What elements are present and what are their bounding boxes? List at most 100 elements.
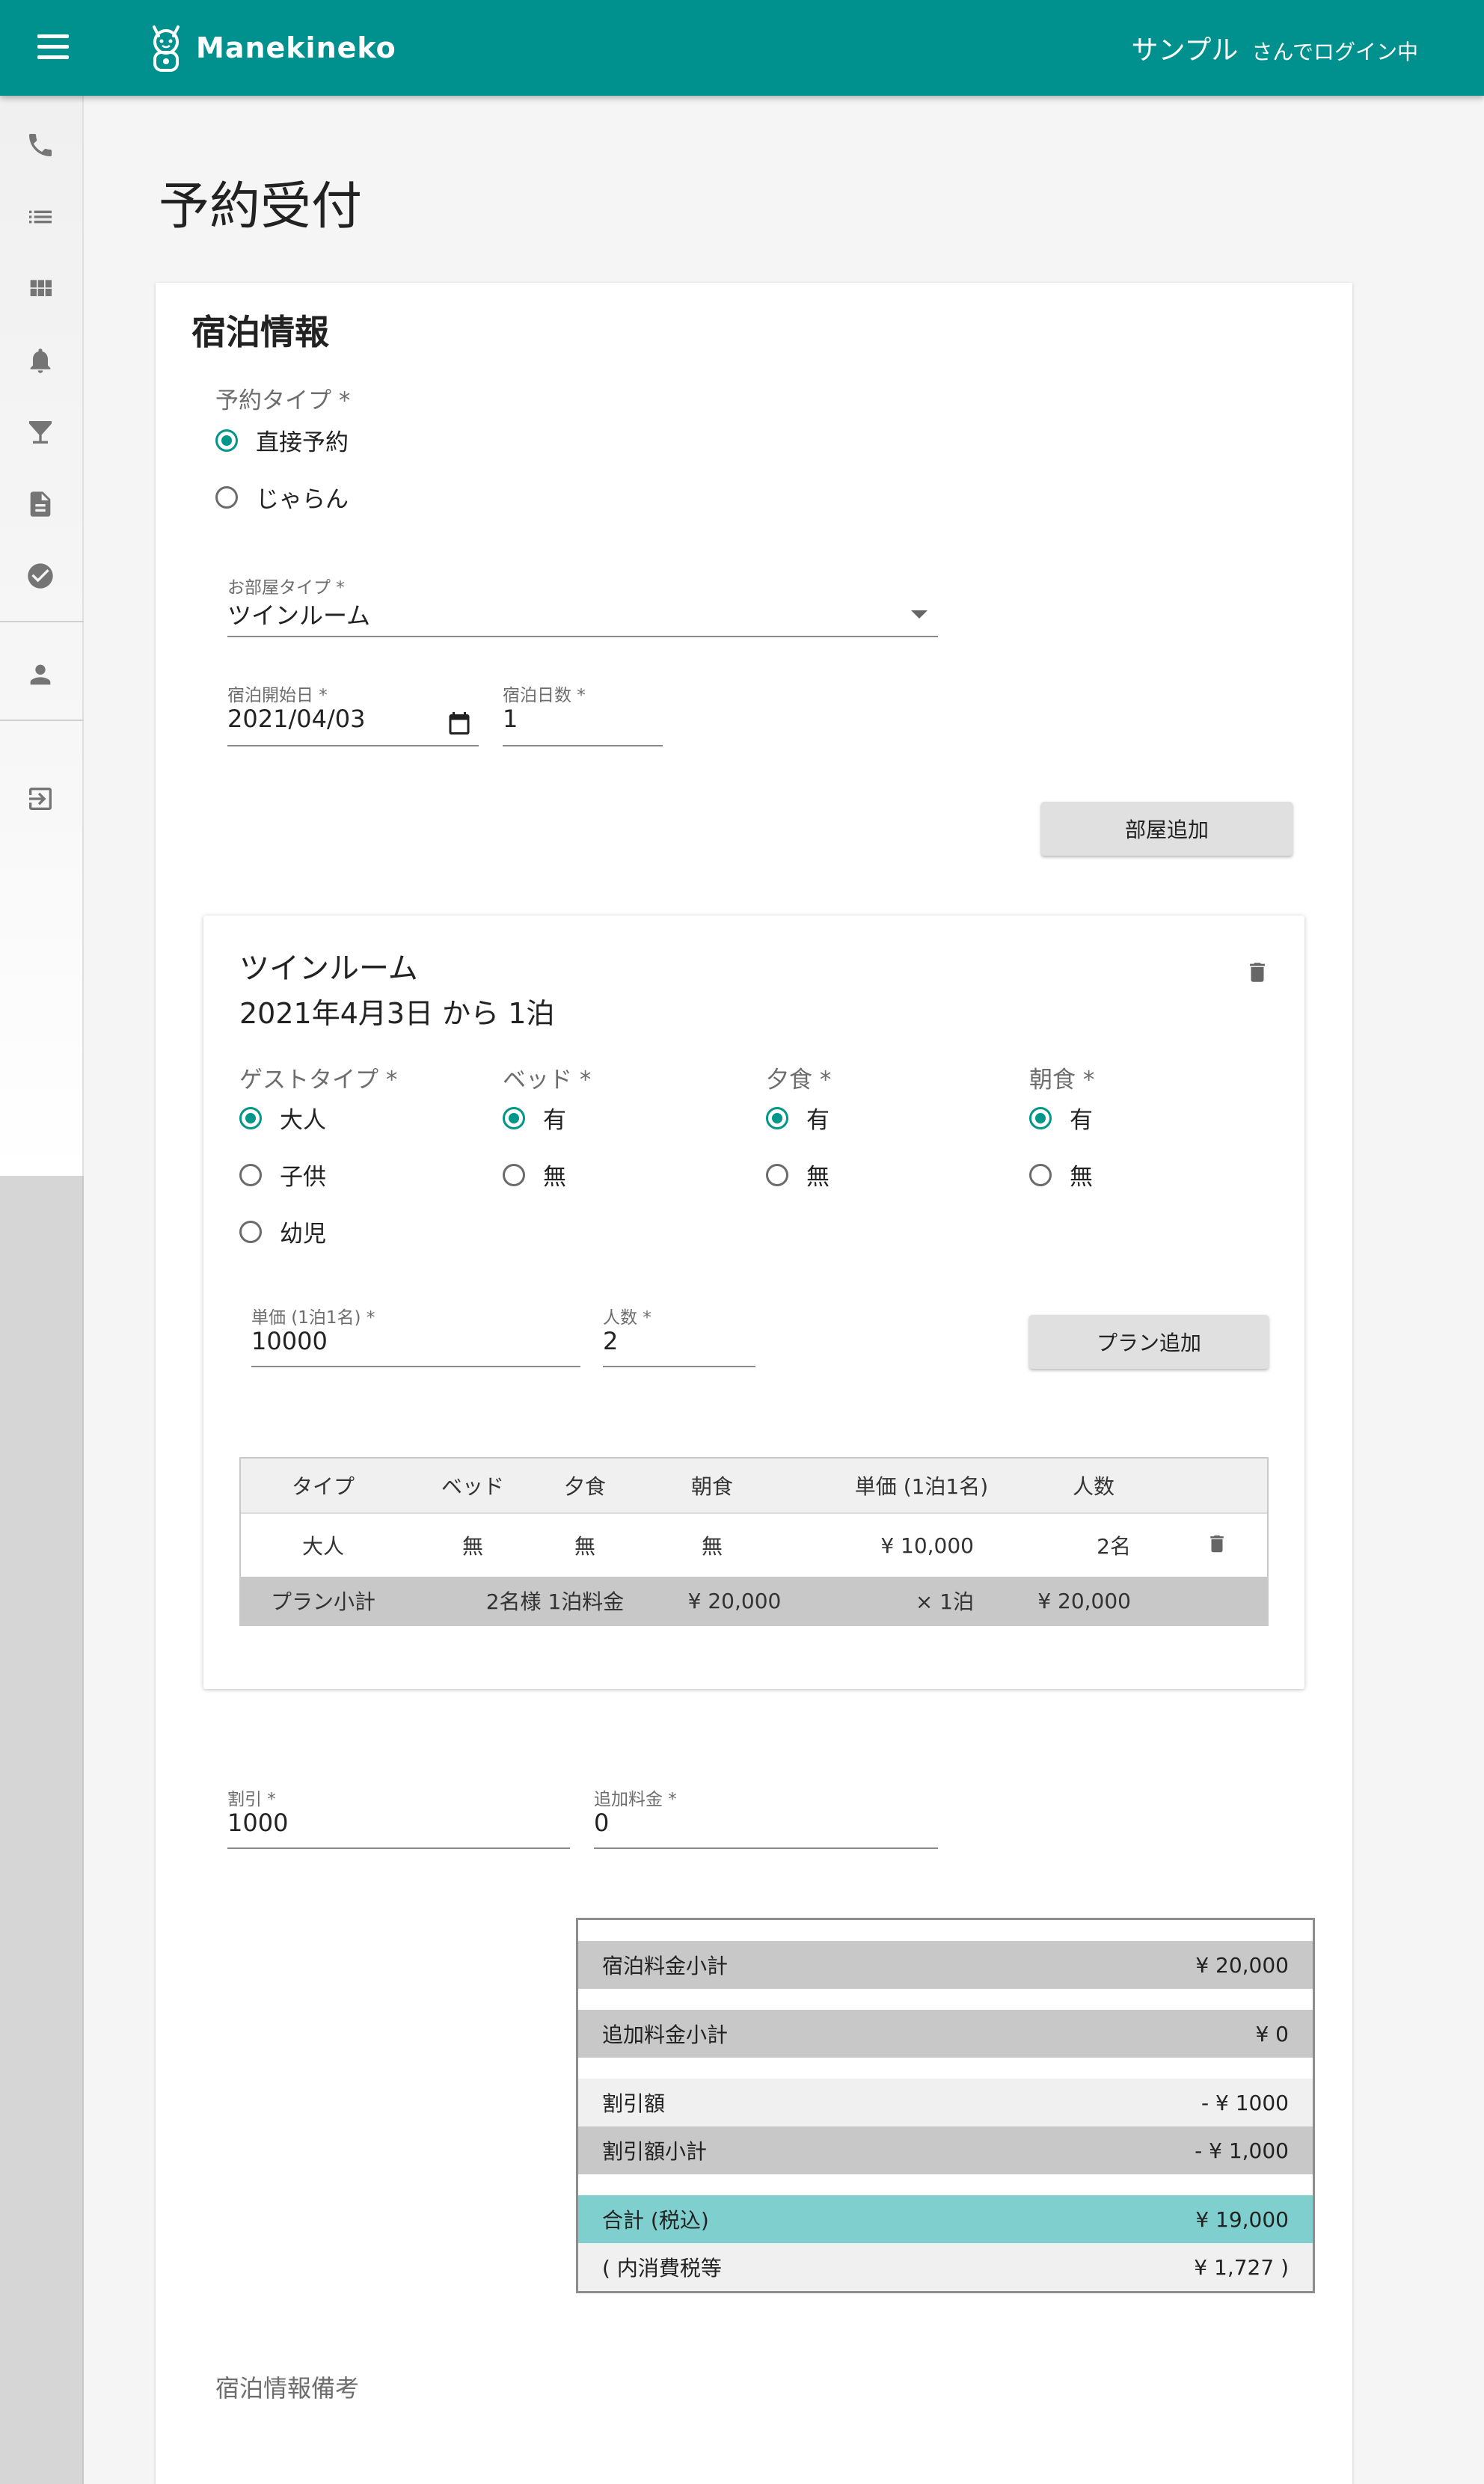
- radio-button[interactable]: [239, 1163, 262, 1186]
- start-date-field[interactable]: 宿泊開始日 * 2021/04/03: [227, 681, 479, 746]
- discount-field[interactable]: 割引 * 1000: [227, 1785, 570, 1849]
- radio-button[interactable]: [239, 1220, 262, 1243]
- radio-direct-booking[interactable]: 直接予約: [215, 423, 349, 457]
- brand-logo[interactable]: Manekineko: [147, 22, 396, 73]
- summary-label: 宿泊料金小計: [602, 1954, 729, 1978]
- calendar-icon[interactable]: [446, 709, 473, 737]
- list-icon: [29, 210, 52, 224]
- nights-field[interactable]: 宿泊日数 * 1: [503, 681, 663, 746]
- cell-type: 大人: [301, 1534, 344, 1559]
- sidebar-item-notifications[interactable]: [22, 343, 58, 378]
- add-room-button[interactable]: 部屋追加: [1041, 802, 1293, 856]
- grid-icon: [30, 280, 52, 296]
- radio-dinner-yes[interactable]: 有: [766, 1101, 830, 1135]
- radio-button[interactable]: [766, 1163, 788, 1186]
- menu-icon[interactable]: [37, 34, 69, 61]
- radio-jalan[interactable]: じゃらん: [215, 480, 349, 514]
- summary-value: ¥ 20,000: [1195, 1952, 1289, 1978]
- sidebar-item-documents[interactable]: [22, 486, 58, 522]
- main-content: 予約受付 宿泊情報 予約タイプ * 直接予約 じゃらん お部屋タイプ * ツイン…: [84, 96, 1484, 2484]
- lucky-cat-icon: [153, 25, 180, 72]
- brand-name: Manekineko: [196, 31, 396, 64]
- plan-table: タイプ ベッド 夕食 朝食 単価 (1泊1名) 人数 大人 無 無 無 ¥ 10…: [239, 1457, 1269, 1626]
- field-value: 10000: [251, 1327, 328, 1355]
- field-label: 追加料金 *: [594, 1790, 677, 1809]
- radio-button-selected[interactable]: [239, 1106, 262, 1129]
- summary-row-extra-subtotal: 追加料金小計 ¥ 0: [578, 2010, 1313, 2058]
- subtotal-price: ¥ 20,000: [687, 1588, 782, 1613]
- room-card: ツインルーム 2021年4月3日 から 1泊 ゲストタイプ * 大人 子供 幼児…: [203, 916, 1304, 1689]
- radio-label: 幼児: [280, 1221, 326, 1248]
- sidebar-item-bar[interactable]: [22, 414, 58, 450]
- summary-label: 割引額: [602, 2091, 666, 2116]
- radio-label: 無: [543, 1164, 566, 1191]
- field-value: 1: [503, 705, 518, 733]
- sidebar-item-logout[interactable]: [22, 781, 58, 817]
- sidebar-item-phone[interactable]: [22, 127, 58, 163]
- header-unit-price: 単価 (1泊1名): [854, 1474, 989, 1499]
- room-title: ツインルーム: [239, 951, 418, 986]
- cocktail-icon: [29, 421, 52, 444]
- price-summary: 宿泊料金小計 ¥ 20,000 追加料金小計 ¥ 0 割引額 - ¥ 1000 …: [576, 1918, 1315, 2293]
- radio-button-selected[interactable]: [1029, 1106, 1052, 1129]
- summary-row-total: 合計 (税込) ¥ 19,000: [578, 2195, 1313, 2243]
- field-label: お部屋タイプ *: [227, 578, 345, 598]
- radio-bed-yes[interactable]: 有: [503, 1101, 566, 1135]
- field-label: 単価 (1泊1名) *: [251, 1308, 375, 1328]
- summary-value: ¥ 19,000: [1195, 2207, 1289, 2232]
- radio-breakfast-yes[interactable]: 有: [1029, 1101, 1093, 1135]
- extra-fee-field[interactable]: 追加料金 * 0: [594, 1785, 938, 1849]
- radio-guest-infant[interactable]: 幼児: [239, 1215, 326, 1248]
- delete-room-button[interactable]: [1245, 957, 1270, 987]
- table-header-row: タイプ ベッド 夕食 朝食 単価 (1泊1名) 人数: [241, 1459, 1267, 1514]
- summary-label: ( 内消費税等: [602, 2256, 722, 2281]
- sidebar-item-list[interactable]: [22, 199, 58, 235]
- sidebar-backdrop: [0, 1176, 84, 2484]
- header-breakfast: 朝食: [690, 1474, 733, 1499]
- sidebar-item-account[interactable]: [22, 657, 58, 693]
- dropdown-arrow-icon[interactable]: [911, 610, 927, 619]
- summary-value: ¥ 1,727 ): [1194, 2254, 1289, 2280]
- summary-row-discount: 割引額 - ¥ 1000: [578, 2079, 1313, 2126]
- breakfast-label: 朝食 *: [1029, 1067, 1095, 1094]
- radio-guest-child[interactable]: 子供: [239, 1158, 326, 1192]
- header-type: タイプ: [291, 1474, 355, 1499]
- delete-plan-button[interactable]: [1206, 1530, 1228, 1557]
- radio-breakfast-no[interactable]: 無: [1029, 1158, 1093, 1192]
- radio-label: じゃらん: [256, 486, 349, 513]
- sidebar: [0, 96, 84, 1176]
- summary-row-stay-subtotal: 宿泊料金小計 ¥ 20,000: [578, 1941, 1313, 1989]
- radio-label: 子供: [280, 1164, 326, 1191]
- summary-label: 合計 (税込): [602, 2208, 709, 2233]
- trash-icon: [1210, 1535, 1224, 1553]
- notes-label: 宿泊情報備考: [215, 2374, 360, 2402]
- cell-people: 2名: [1097, 1534, 1131, 1559]
- radio-label: 無: [806, 1164, 830, 1191]
- section-title: 宿泊情報: [191, 312, 329, 352]
- trash-icon: [1250, 963, 1265, 982]
- radio-bed-no[interactable]: 無: [503, 1158, 566, 1192]
- radio-button-selected[interactable]: [503, 1106, 525, 1129]
- people-count-field[interactable]: 人数 * 2: [603, 1303, 755, 1367]
- summary-label: 追加料金小計: [602, 2023, 729, 2047]
- cell-bed: 無: [462, 1534, 483, 1559]
- radio-button-selected[interactable]: [766, 1106, 788, 1129]
- radio-button[interactable]: [503, 1163, 525, 1186]
- room-subtitle: 2021年4月3日 から 1泊: [239, 997, 555, 1030]
- field-label: 宿泊日数 *: [503, 686, 586, 705]
- radio-button[interactable]: [215, 485, 238, 509]
- sidebar-item-checkin[interactable]: [22, 558, 58, 594]
- add-plan-button[interactable]: プラン追加: [1029, 1315, 1269, 1369]
- cell-breakfast: 無: [701, 1534, 723, 1559]
- radio-guest-adult[interactable]: 大人: [239, 1101, 326, 1135]
- summary-row-tax: ( 内消費税等 ¥ 1,727 ): [578, 2243, 1313, 2291]
- sidebar-item-grid[interactable]: [22, 271, 58, 307]
- radio-button[interactable]: [1029, 1163, 1052, 1186]
- phone-icon: [29, 134, 52, 156]
- radio-button-selected[interactable]: [215, 429, 238, 452]
- app-bar: Manekineko サンプル さんでログイン中: [0, 0, 1484, 96]
- room-type-select[interactable]: お部屋タイプ * ツインルーム: [227, 573, 938, 637]
- radio-label: 有: [806, 1107, 830, 1134]
- radio-dinner-no[interactable]: 無: [766, 1158, 830, 1192]
- unit-price-field[interactable]: 単価 (1泊1名) * 10000: [251, 1303, 580, 1367]
